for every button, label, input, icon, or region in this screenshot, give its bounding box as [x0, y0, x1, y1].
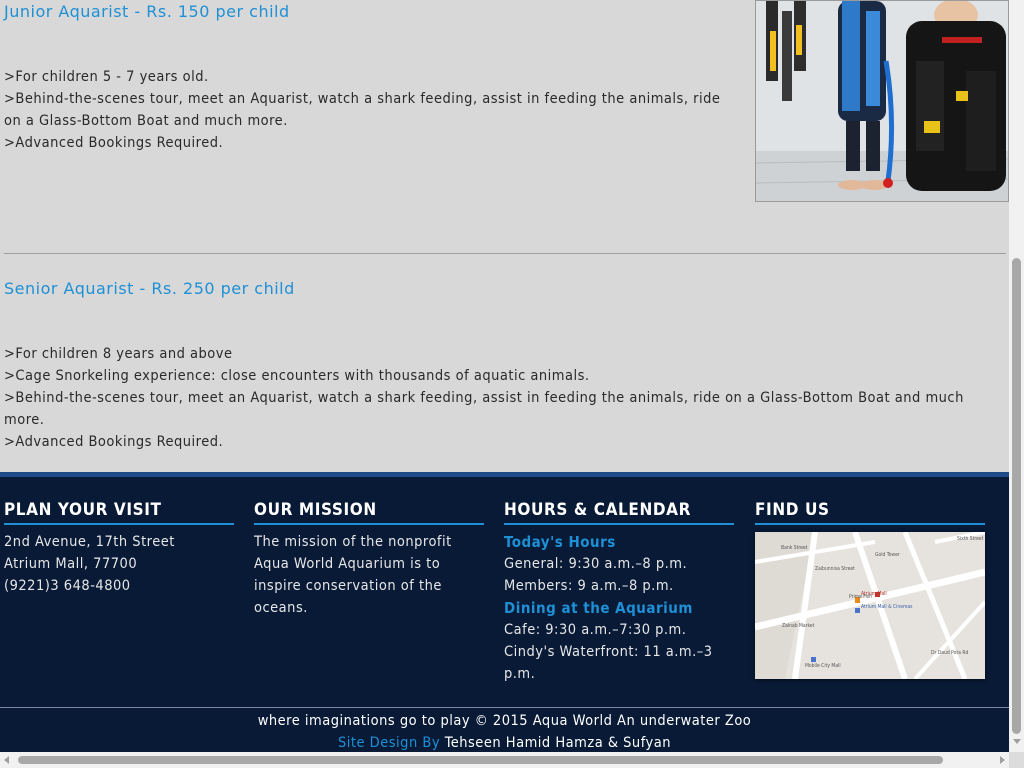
detail-line: >Advanced Bookings Required.: [4, 135, 224, 151]
divers-photo: [755, 0, 1009, 202]
hours-block: Today's Hours General: 9:30 a.m.–8 p.m. …: [504, 531, 734, 685]
detail-line: >For children 8 years and above: [4, 346, 233, 362]
address-line: Atrium Mall, 77700: [4, 556, 138, 572]
page: Junior Aquarist - Rs. 150 per child >For…: [0, 0, 1009, 752]
horizontal-scrollbar[interactable]: [0, 752, 1009, 768]
hours-column: HOURS & CALENDAR Today's Hours General: …: [504, 500, 734, 685]
address-line: 2nd Avenue, 17th Street: [4, 534, 175, 550]
map-label: Bank Street: [781, 545, 808, 551]
credit-names: Tehseen Hamid Hamza & Sufyan: [444, 735, 672, 751]
mission-column: OUR MISSION The mission of the nonprofit…: [254, 500, 484, 619]
programs-section: Junior Aquarist - Rs. 150 per child >For…: [0, 0, 1009, 472]
map-label: Zainab Market: [782, 623, 815, 629]
senior-aquarist-details: >For children 8 years and above >Cage Sn…: [4, 343, 979, 453]
footer-accent-bar: [0, 472, 1009, 477]
horizontal-scroll-thumb[interactable]: [18, 756, 943, 764]
detail-line: >Behind-the-scenes tour, meet an Aquaris…: [4, 91, 721, 129]
divers-image: [756, 1, 1008, 201]
junior-aquarist-title: Junior Aquarist - Rs. 150 per child: [4, 2, 290, 21]
todays-hours-link[interactable]: Today's Hours: [504, 531, 734, 553]
address-block: 2nd Avenue, 17th Street Atrium Mall, 777…: [4, 531, 234, 597]
junior-aquarist-details: >For children 5 - 7 years old. >Behind-t…: [4, 66, 734, 154]
map-label: Gold Tower: [875, 552, 900, 558]
map-label: Prime Fish: [849, 594, 872, 600]
detail-line: >Cage Snorkeling experience: close encou…: [4, 368, 590, 384]
site-footer: PLAN YOUR VISIT 2nd Avenue, 17th Street …: [0, 472, 1009, 752]
senior-aquarist-title: Senior Aquarist - Rs. 250 per child: [4, 279, 295, 298]
map-label: Sixth Street: [957, 536, 984, 542]
plan-visit-heading: PLAN YOUR VISIT: [4, 500, 234, 525]
vertical-scrollbar[interactable]: [1009, 0, 1024, 752]
find-us-heading: FIND US: [755, 500, 985, 525]
map-label: Mobile City Mall: [805, 663, 841, 669]
detail-line: >Behind-the-scenes tour, meet an Aquaris…: [4, 390, 964, 428]
mission-text: The mission of the nonprofit Aqua World …: [254, 534, 452, 616]
cafe-hours: Cafe: 9:30 a.m.–7:30 p.m.: [504, 622, 687, 638]
cindys-hours: Cindy's Waterfront: 11 a.m.–3 p.m.: [504, 644, 713, 682]
general-hours: General: 9:30 a.m.–8 p.m.: [504, 556, 688, 572]
scroll-left-arrow-icon[interactable]: [4, 756, 9, 764]
scroll-right-arrow-icon[interactable]: [1000, 756, 1005, 764]
vertical-scroll-thumb[interactable]: [1012, 258, 1021, 734]
footer-divider: [0, 707, 1009, 708]
map-label: Zaibunnisa Street: [815, 566, 855, 572]
detail-line: >For children 5 - 7 years old.: [4, 69, 209, 85]
copyright-text: where imaginations go to play © 2015 Aqu…: [257, 713, 752, 729]
find-us-column: FIND US Gold Tower Atrium Mall Atrium Ma…: [755, 500, 985, 679]
plan-visit-column: PLAN YOUR VISIT 2nd Avenue, 17th Street …: [4, 500, 234, 597]
credit-label[interactable]: Site Design By: [338, 735, 440, 751]
hours-heading: HOURS & CALENDAR: [504, 500, 734, 525]
dining-link[interactable]: Dining at the Aquarium: [504, 597, 734, 619]
detail-line: >Advanced Bookings Required.: [4, 434, 224, 450]
scrollbar-corner: [1009, 752, 1024, 768]
map-label: Atrium Mall & Cinemas: [861, 604, 913, 610]
map-label: Dr Daud Pota Rd: [931, 650, 969, 656]
location-map[interactable]: Gold Tower Atrium Mall Atrium Mall & Cin…: [755, 532, 985, 679]
mission-heading: OUR MISSION: [254, 500, 484, 525]
scroll-down-arrow-icon[interactable]: [1013, 739, 1021, 744]
site-credit: Site Design By Tehseen Hamid Hamza & Suf…: [0, 732, 1009, 752]
phone-number: (9221)3 648-4800: [4, 578, 131, 594]
member-hours: Members: 9 a.m.–8 p.m.: [504, 578, 674, 594]
section-divider: [4, 253, 1006, 254]
